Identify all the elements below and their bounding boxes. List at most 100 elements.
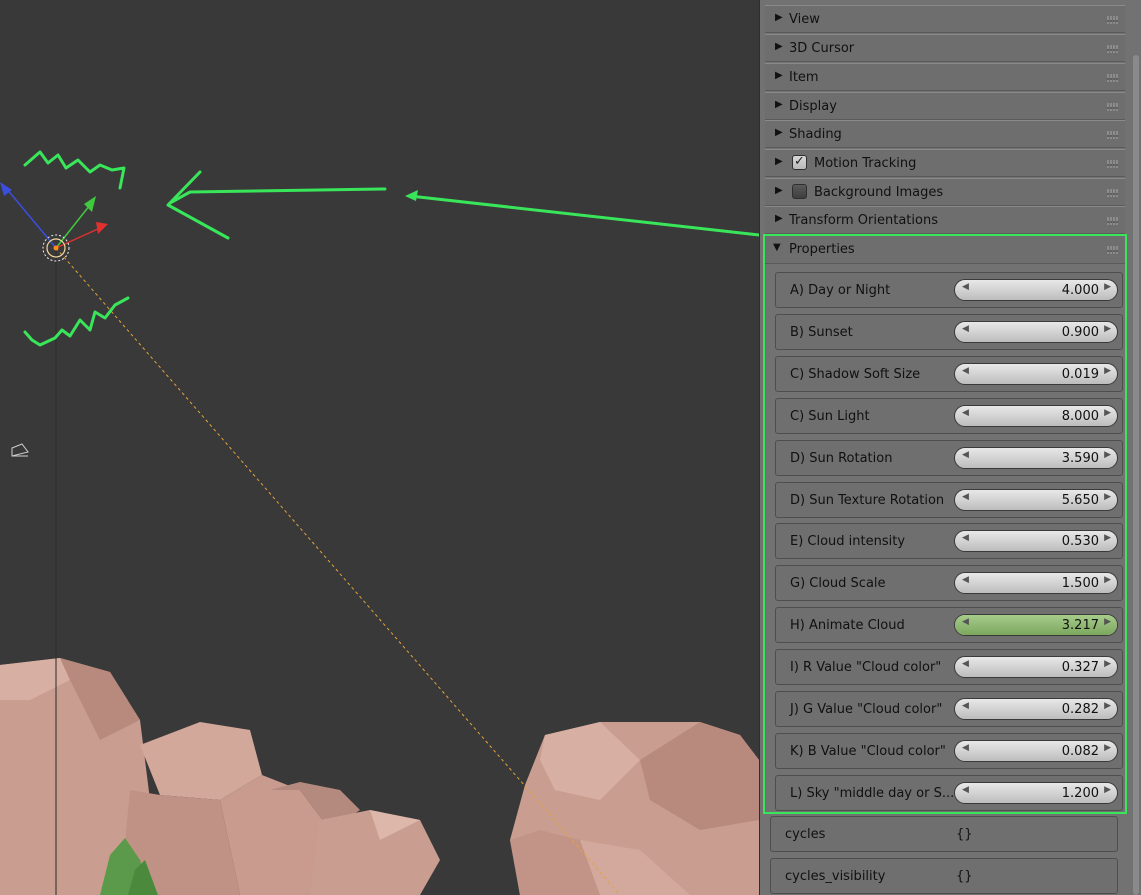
section-3d-cursor[interactable]: ▶ 3D Cursor [765, 34, 1125, 62]
triangle-right-icon: ▶ [775, 12, 783, 23]
decrement-arrow-icon[interactable]: ◀ [962, 408, 969, 418]
value-slider[interactable]: ◀ 0.530 ▶ [954, 530, 1118, 553]
properties-sidebar[interactable]: ▶ View ▶ 3D Cursor ▶ Item ▶ Display ▶ Sh… [759, 0, 1141, 895]
value-slider[interactable]: ◀ 0.082 ▶ [954, 739, 1118, 762]
property-row: I) R Value "Cloud color" ◀ 0.327 ▶ [775, 649, 1123, 686]
decrement-arrow-icon[interactable]: ◀ [962, 743, 969, 753]
custom-property-row: cycles_visibility {} [770, 858, 1118, 894]
drag-grip-icon[interactable] [1107, 74, 1119, 82]
rock-cluster-left [0, 658, 440, 895]
slider-value: 5.650 [1061, 492, 1099, 508]
triangle-right-icon: ▶ [775, 127, 783, 138]
property-label: I) R Value "Cloud color" [790, 660, 942, 676]
drag-grip-icon[interactable] [1107, 45, 1119, 53]
property-label: D) Sun Rotation [790, 450, 893, 466]
property-label: J) G Value "Cloud color" [790, 702, 943, 717]
value-slider[interactable]: ◀ 5.650 ▶ [954, 488, 1118, 511]
value-slider[interactable]: ◀ 0.327 ▶ [954, 656, 1118, 679]
increment-arrow-icon[interactable]: ▶ [1104, 282, 1111, 292]
panel-scrollbar[interactable] [1133, 55, 1139, 895]
increment-arrow-icon[interactable]: ▶ [1104, 324, 1111, 334]
decrement-arrow-icon[interactable]: ◀ [962, 324, 969, 334]
slider-value: 4.000 [1061, 283, 1099, 298]
decrement-arrow-icon[interactable]: ◀ [962, 450, 969, 460]
triangle-right-icon: ▶ [775, 213, 783, 224]
decrement-arrow-icon[interactable]: ◀ [962, 659, 969, 669]
drag-grip-icon[interactable] [1107, 16, 1119, 24]
increment-arrow-icon[interactable]: ▶ [1104, 617, 1111, 627]
increment-arrow-icon[interactable]: ▶ [1104, 366, 1111, 376]
section-item[interactable]: ▶ Item [765, 63, 1125, 91]
3d-viewport[interactable] [0, 0, 759, 895]
increment-arrow-icon[interactable]: ▶ [1104, 533, 1111, 543]
increment-arrow-icon[interactable]: ▶ [1104, 785, 1111, 795]
decrement-arrow-icon[interactable]: ◀ [962, 366, 969, 376]
triangle-right-icon: ▶ [775, 41, 783, 52]
drag-grip-icon[interactable] [1107, 189, 1119, 197]
transform-gizmo-icon[interactable] [0, 182, 108, 249]
decrement-arrow-icon[interactable]: ◀ [962, 282, 969, 292]
increment-arrow-icon[interactable]: ▶ [1104, 659, 1111, 669]
increment-arrow-icon[interactable]: ▶ [1104, 492, 1111, 502]
property-value[interactable]: {} [956, 869, 973, 884]
value-slider[interactable]: ◀ 3.590 ▶ [954, 446, 1118, 469]
section-shading[interactable]: ▶ Shading [765, 120, 1125, 148]
decrement-arrow-icon[interactable]: ◀ [962, 617, 969, 627]
section-background-images[interactable]: ▶ Background Images [765, 178, 1125, 206]
increment-arrow-icon[interactable]: ▶ [1104, 450, 1111, 460]
value-slider[interactable]: ◀ 0.900 ▶ [954, 320, 1118, 343]
annotation-scribbles [23, 150, 759, 347]
drag-grip-icon[interactable] [1107, 217, 1119, 225]
property-label: C) Shadow Soft Size [790, 366, 921, 382]
camera-icon[interactable] [11, 443, 29, 457]
section-label: Shading [789, 127, 842, 142]
increment-arrow-icon[interactable]: ▶ [1104, 743, 1111, 753]
value-slider[interactable]: ◀ 4.000 ▶ [954, 279, 1118, 301]
property-row: H) Animate Cloud ◀ 3.217 ▶ [775, 607, 1123, 644]
property-label: G) Cloud Scale [790, 576, 886, 592]
drag-grip-icon[interactable] [1107, 131, 1119, 139]
drag-grip-icon[interactable] [1107, 160, 1119, 168]
property-label: A) Day or Night [790, 283, 891, 298]
property-label: D) Sun Texture Rotation [790, 492, 945, 508]
value-slider[interactable]: ◀ 8.000 ▶ [954, 404, 1118, 427]
property-label: cycles [785, 827, 826, 842]
triangle-right-icon: ▶ [775, 70, 783, 81]
property-label: H) Animate Cloud [790, 618, 905, 634]
slider-value: 3.217 [1061, 618, 1099, 634]
value-slider[interactable]: ◀ 1.200 ▶ [954, 781, 1118, 804]
increment-arrow-icon[interactable]: ▶ [1104, 575, 1111, 585]
sun-lamp-icon[interactable] [42, 234, 70, 262]
drag-grip-icon[interactable] [1107, 103, 1119, 111]
slider-value: 8.000 [1061, 408, 1099, 424]
motion-tracking-checkbox[interactable] [792, 154, 807, 170]
decrement-arrow-icon[interactable]: ◀ [962, 533, 969, 543]
value-slider[interactable]: ◀ 0.019 ▶ [954, 362, 1118, 385]
property-row: A) Day or Night ◀ 4.000 ▶ [775, 272, 1123, 308]
decrement-arrow-icon[interactable]: ◀ [962, 701, 969, 711]
section-properties[interactable]: ▼ Properties [765, 236, 1125, 264]
viewport-canvas [0, 150, 759, 895]
decrement-arrow-icon[interactable]: ◀ [962, 492, 969, 502]
value-slider[interactable]: ◀ 0.282 ▶ [954, 698, 1118, 720]
property-row: B) Sunset ◀ 0.900 ▶ [775, 313, 1123, 350]
drag-grip-icon[interactable] [1107, 246, 1119, 254]
section-view[interactable]: ▶ View [765, 5, 1125, 33]
slider-value: 1.500 [1061, 576, 1099, 592]
decrement-arrow-icon[interactable]: ◀ [962, 785, 969, 795]
value-slider[interactable]: ◀ 3.217 ▶ [954, 614, 1118, 637]
decrement-arrow-icon[interactable]: ◀ [962, 575, 969, 585]
increment-arrow-icon[interactable]: ▶ [1104, 701, 1111, 711]
property-label: cycles_visibility [785, 869, 886, 884]
triangle-right-icon: ▶ [775, 99, 783, 110]
section-motion-tracking[interactable]: ▶ Motion Tracking [765, 149, 1125, 177]
increment-arrow-icon[interactable]: ▶ [1104, 408, 1111, 418]
value-slider[interactable]: ◀ 1.500 ▶ [954, 572, 1118, 595]
property-row: L) Sky "middle day or S... ◀ 1.200 ▶ [775, 774, 1123, 811]
background-images-checkbox[interactable] [792, 184, 807, 199]
section-display[interactable]: ▶ Display [765, 92, 1125, 120]
property-row: G) Cloud Scale ◀ 1.500 ▶ [775, 565, 1123, 602]
section-label: Display [789, 99, 837, 114]
property-value[interactable]: {} [956, 827, 973, 842]
section-transform-orientations[interactable]: ▶ Transform Orientations [765, 206, 1125, 234]
